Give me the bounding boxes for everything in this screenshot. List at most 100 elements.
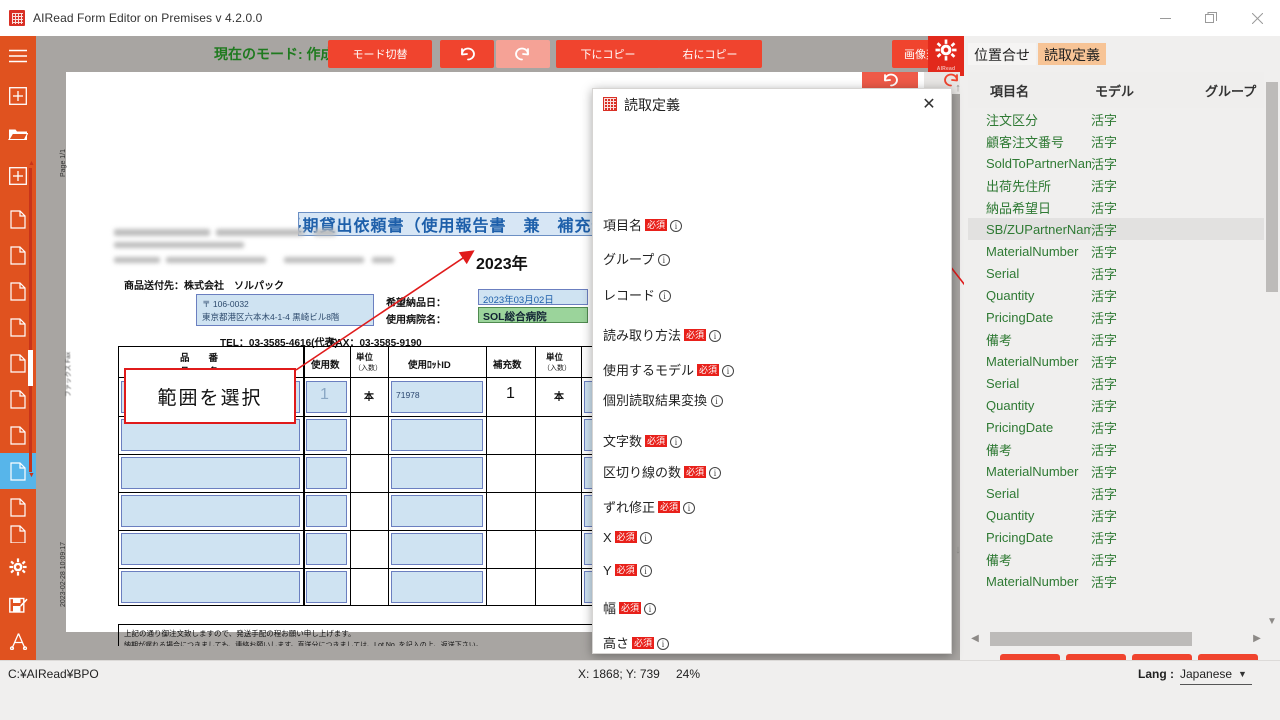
new-form-icon[interactable]	[0, 78, 36, 114]
list-scroll-down-arrow[interactable]: ▼	[1266, 615, 1278, 629]
info-icon-model[interactable]: i	[722, 365, 735, 377]
copy-down-button[interactable]: 下にコピー	[556, 40, 660, 68]
cell-product-r6[interactable]	[121, 571, 300, 603]
th-unit: 単位	[356, 352, 374, 362]
close-icon[interactable]	[1234, 0, 1280, 36]
cell-used-qty-r4[interactable]	[306, 495, 347, 527]
info-icon-conversion[interactable]: i	[710, 395, 723, 407]
field-list-row[interactable]: 顧客注文番号 活字	[968, 130, 1264, 152]
language-select-value[interactable]: Japanese	[1180, 667, 1232, 681]
dialog-close-icon[interactable]: ✕	[917, 92, 941, 116]
rail-scrollbar[interactable]: ▲ ▼	[28, 160, 35, 480]
field-list-row[interactable]: 備考 活字	[968, 328, 1264, 350]
cell-used-qty-r3[interactable]	[306, 457, 347, 489]
list-hscroll-left-arrow[interactable]: ◀	[968, 631, 982, 647]
dialog-title: 読取定義	[624, 97, 680, 113]
menu-hamburger-icon[interactable]	[0, 38, 36, 74]
chevron-down-icon-language[interactable]: ▼	[1238, 669, 1247, 679]
redo-button[interactable]	[496, 40, 550, 68]
info-icon-y[interactable]: i	[639, 565, 652, 577]
tab-read-definition[interactable]: 読取定義	[1038, 43, 1106, 65]
tab-position-alignment[interactable]: 位置合せ	[968, 43, 1036, 65]
info-icon-item-name[interactable]: i	[670, 220, 683, 232]
cell-lot-r2[interactable]	[391, 419, 483, 451]
field-label-height: 高さ 必須 i	[603, 633, 670, 652]
cell-used-qty-r5[interactable]	[306, 533, 347, 565]
hospital-field[interactable]: SOL総合病院	[478, 307, 588, 323]
page-marker: Page 1/1	[60, 148, 67, 177]
desired-delivery-field[interactable]: 2023年03月02日	[478, 289, 588, 306]
page-icon-9[interactable]	[0, 489, 36, 525]
field-list-row[interactable]: MaterialNumber 活字	[968, 460, 1264, 482]
cell-lot-r4[interactable]	[391, 495, 483, 527]
field-list-row[interactable]: Quantity 活字	[968, 284, 1264, 306]
field-list-row[interactable]: Serial 活字	[968, 262, 1264, 284]
settings-gear-icon[interactable]	[0, 549, 36, 585]
field-list-row[interactable]: Quantity 活字	[968, 504, 1264, 526]
field-list-row[interactable]: MaterialNumber 活字	[968, 350, 1264, 372]
cell-product-r4[interactable]	[121, 495, 300, 527]
cell-used-qty-r6[interactable]	[306, 571, 347, 603]
doc-title-field[interactable]: 長期貸出依頼書（使用報告書 兼 補充依頼書	[298, 212, 630, 236]
info-icon-read-method[interactable]: i	[709, 330, 722, 342]
info-icon-height[interactable]: i	[657, 638, 670, 650]
minimize-icon[interactable]	[1142, 0, 1188, 36]
redacted-line-7	[284, 257, 364, 263]
list-hscroll-right-arrow[interactable]: ▶	[1250, 631, 1264, 647]
field-list-vertical-scrollbar[interactable]: ▲ ▼	[1266, 82, 1278, 629]
airead-settings-button[interactable]: AIRead	[928, 36, 964, 76]
field-list-row[interactable]: 出荷先住所 活字	[968, 174, 1264, 196]
info-icon-x[interactable]: i	[639, 532, 652, 544]
rail-scroll-thumb[interactable]	[28, 350, 33, 386]
info-icon-divider-count[interactable]: i	[709, 467, 722, 479]
tools-icon[interactable]	[0, 623, 36, 659]
cell-lot-r3[interactable]	[391, 457, 483, 489]
open-folder-icon[interactable]	[0, 116, 36, 152]
rail-scroll-track[interactable]	[29, 168, 32, 472]
field-row-model: 活字	[1091, 178, 1118, 194]
rail-scroll-up-arrow[interactable]: ▲	[28, 160, 35, 168]
field-row-model: 活字	[1091, 420, 1118, 436]
cell-lot-r1[interactable]: 71978	[391, 381, 483, 413]
field-list-row[interactable]: MaterialNumber 活字	[968, 240, 1264, 262]
field-list-row[interactable]: PricingDate 活字	[968, 306, 1264, 328]
field-list-row[interactable]: 備考 活字	[968, 438, 1264, 460]
rail-scroll-down-arrow[interactable]: ▼	[28, 472, 35, 480]
field-label-group: グループ i	[603, 249, 670, 268]
field-list[interactable]: 注文区分 活字 顧客注文番号 活字 SoldToPartnerNam 活字 出荷先住所 活字納…	[968, 108, 1264, 629]
field-list-row[interactable]: Serial 活字	[968, 482, 1264, 504]
address-field[interactable]: 〒 106-0032 東京都港区六本木4-1-4 黒崎ビル8階	[196, 294, 374, 326]
field-list-row[interactable]: PricingDate 活字	[968, 526, 1264, 548]
cell-used-qty-r1[interactable]: 1	[306, 381, 347, 413]
info-icon-group[interactable]: i	[657, 254, 670, 266]
save-edit-icon[interactable]	[0, 587, 36, 623]
undo-button[interactable]	[440, 40, 494, 68]
field-list-row[interactable]: Quantity 活字	[968, 394, 1264, 416]
field-row-model: 活字	[1091, 156, 1118, 172]
info-icon-record[interactable]: i	[658, 290, 671, 302]
info-icon-charcount[interactable]: i	[670, 436, 683, 448]
field-list-row[interactable]: 注文区分 活字	[968, 108, 1264, 130]
field-list-horizontal-scrollbar[interactable]: ◀ ▶	[968, 631, 1264, 647]
field-list-row[interactable]: 備考 活字	[968, 548, 1264, 570]
field-list-row[interactable]: Serial 活字	[968, 372, 1264, 394]
info-icon-width[interactable]: i	[644, 603, 657, 615]
maximize-icon[interactable]	[1188, 0, 1234, 36]
list-scroll-thumb[interactable]	[1266, 82, 1278, 292]
field-list-row[interactable]: SB/ZUPartnerNam 活字	[968, 218, 1264, 240]
mode-switch-button[interactable]: モード切替	[328, 40, 432, 68]
field-row-name: MaterialNumber	[986, 353, 1079, 369]
field-list-row[interactable]: PricingDate 活字	[968, 416, 1264, 438]
list-hscroll-thumb[interactable]	[990, 632, 1192, 646]
cell-lot-r6[interactable]	[391, 571, 483, 603]
page-icon-10[interactable]	[0, 525, 36, 543]
field-list-row[interactable]: 納品希望日 活字	[968, 196, 1264, 218]
info-icon-skew[interactable]: i	[683, 502, 696, 514]
copy-right-button[interactable]: 右にコピー	[658, 40, 762, 68]
field-list-row[interactable]: MaterialNumber 活字	[968, 570, 1264, 592]
field-list-row[interactable]: SoldToPartnerNam 活字	[968, 152, 1264, 174]
cell-product-r5[interactable]	[121, 533, 300, 565]
cell-used-qty-r2[interactable]	[306, 419, 347, 451]
cell-lot-r5[interactable]	[391, 533, 483, 565]
cell-product-r3[interactable]	[121, 457, 300, 489]
